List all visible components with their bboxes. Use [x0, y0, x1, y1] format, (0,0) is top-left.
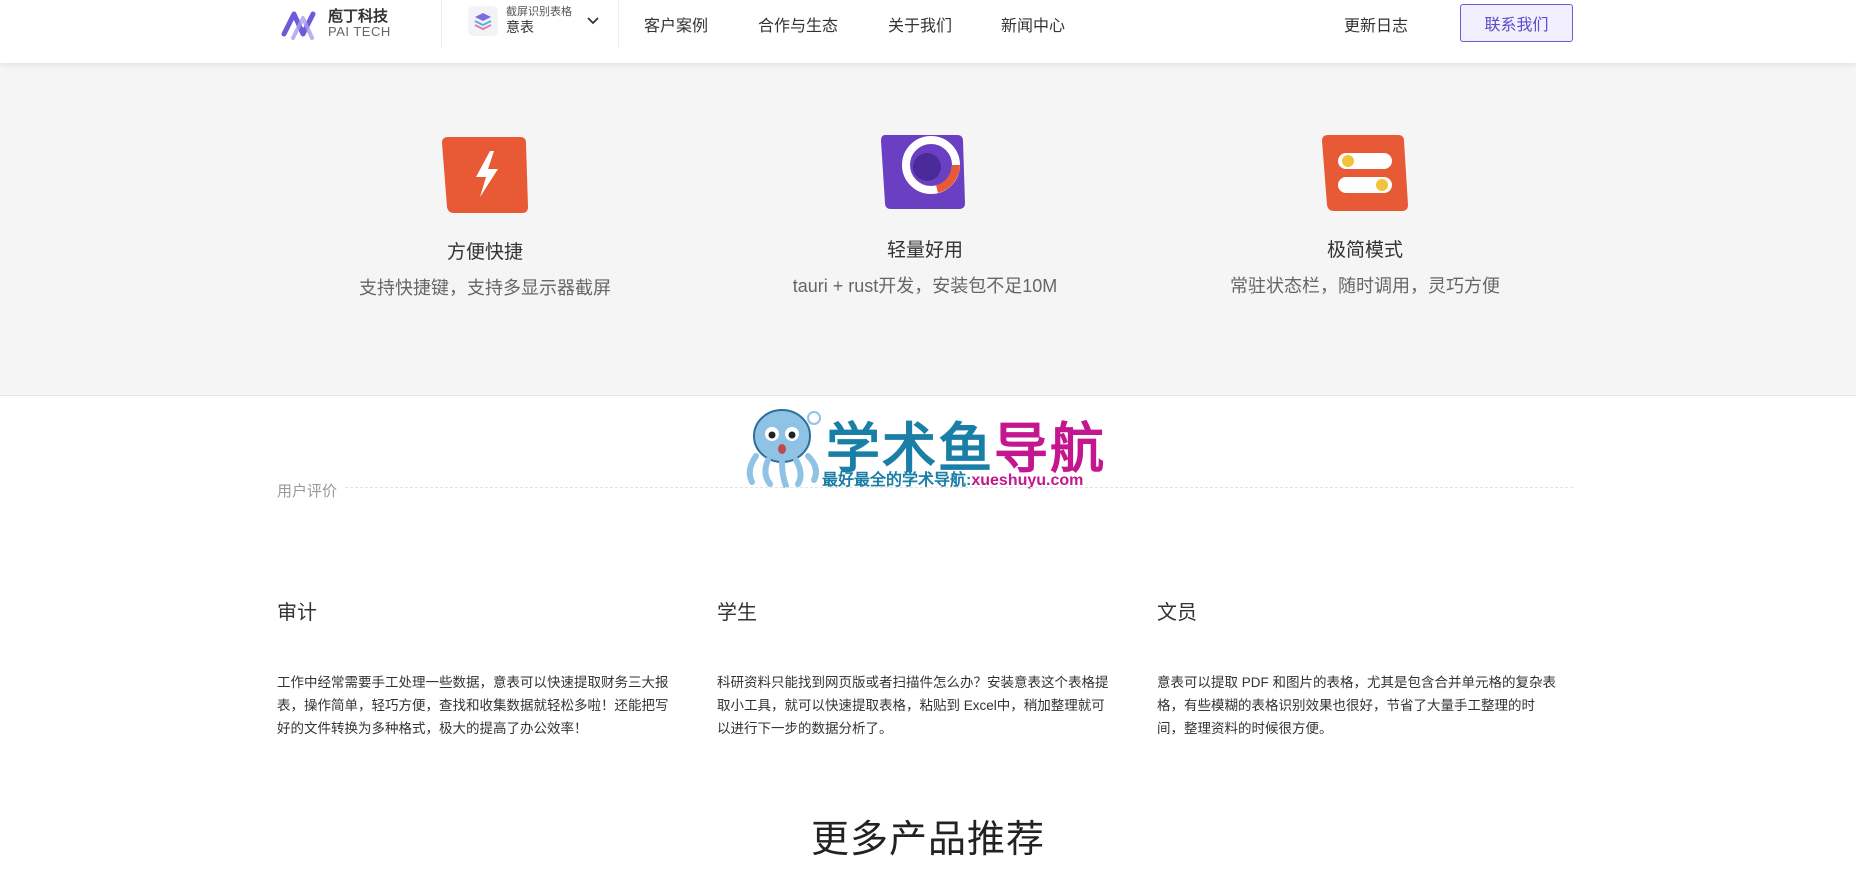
top-navbar: 庖丁科技 PAI TECH 截屏识别表格 意表 客户案例 合作与生态 关于我们 … — [0, 0, 1856, 63]
divider — [441, 0, 442, 48]
review-card-student: 学生 科研资料只能找到网页版或者扫描件怎么办？安装意表这个表格提取小工具，就可以… — [717, 596, 1117, 740]
nav-about-us[interactable]: 关于我们 — [888, 12, 952, 36]
review-text: 意表可以提取 PDF 和图片的表格，尤其是包含合并单元格的复杂表格，有些模糊的表… — [1157, 675, 1557, 736]
nav-customer-cases[interactable]: 客户案例 — [644, 12, 708, 36]
changelog-link[interactable]: 更新日志 — [1344, 12, 1408, 36]
product-name: 意表 — [506, 19, 534, 36]
more-products-title: 更多产品推荐 — [810, 819, 1045, 861]
feature-title: 轻量好用 — [886, 240, 963, 261]
feature-title: 方便快捷 — [446, 242, 523, 263]
product-switcher[interactable]: 截屏识别表格 意表 — [468, 6, 600, 36]
divider — [618, 0, 619, 48]
ring-icon — [881, 135, 965, 209]
logo-en-text: PAI TECH — [328, 24, 391, 40]
octopus-mascot-icon — [746, 409, 821, 488]
feature-convenient: 方便快捷 支持快捷键，支持多显示器截屏 — [335, 133, 635, 300]
review-text: 科研资料只能找到网页版或者扫描件怎么办？安装意表这个表格提取小工具，就可以快速提… — [717, 675, 1109, 736]
review-title: 审计 — [277, 602, 317, 624]
review-text: 工作中经常需要手工处理一些数据，意表可以快速提取财务三大报表，操作简单，轻巧方便… — [277, 675, 669, 736]
toggle-icon — [1322, 135, 1408, 211]
feature-lightweight: 轻量好用 tauri + rust开发，安装包不足10M — [775, 133, 1075, 298]
section-divider — [345, 487, 1573, 488]
chevron-down-icon — [587, 17, 599, 25]
review-card-audit: 审计 工作中经常需要手工处理一些数据，意表可以快速提取财务三大报表，操作简单，轻… — [277, 596, 677, 740]
feature-minimal: 极简模式 常驻状态栏，随时调用，灵巧方便 — [1215, 133, 1515, 298]
feature-title: 极简模式 — [1326, 240, 1403, 261]
logo-cn-text: 庖丁科技 — [328, 7, 389, 25]
contact-us-button[interactable]: 联系我们 — [1460, 4, 1573, 42]
paitech-logo-icon — [281, 11, 316, 40]
nav-news-center[interactable]: 新闻中心 — [1001, 12, 1065, 36]
layers-icon — [468, 6, 498, 36]
feature-desc: 常驻状态栏，随时调用，灵巧方便 — [1230, 276, 1500, 296]
xueshuyu-watermark: 学术鱼导航 最好最全的学术导航:xueshuyu.com — [742, 402, 1122, 492]
reviews-section-label: 用户评价 — [277, 483, 338, 500]
features-section: 方便快捷 支持快捷键，支持多显示器截屏 轻量好用 tauri + rust开发，… — [0, 63, 1856, 396]
product-subtitle: 截屏识别表格 — [506, 6, 572, 18]
nav-partnership[interactable]: 合作与生态 — [758, 12, 838, 36]
review-title: 学生 — [717, 602, 757, 624]
feature-desc: tauri + rust开发，安装包不足10M — [792, 276, 1058, 296]
review-card-clerk: 文员 意表可以提取 PDF 和图片的表格，尤其是包含合并单元格的复杂表格，有些模… — [1157, 596, 1557, 740]
feature-desc: 支持快捷键，支持多显示器截屏 — [359, 278, 611, 298]
paitech-logo[interactable]: 庖丁科技 PAI TECH — [281, 4, 391, 44]
lightning-icon — [442, 137, 528, 213]
review-title: 文员 — [1157, 602, 1197, 624]
